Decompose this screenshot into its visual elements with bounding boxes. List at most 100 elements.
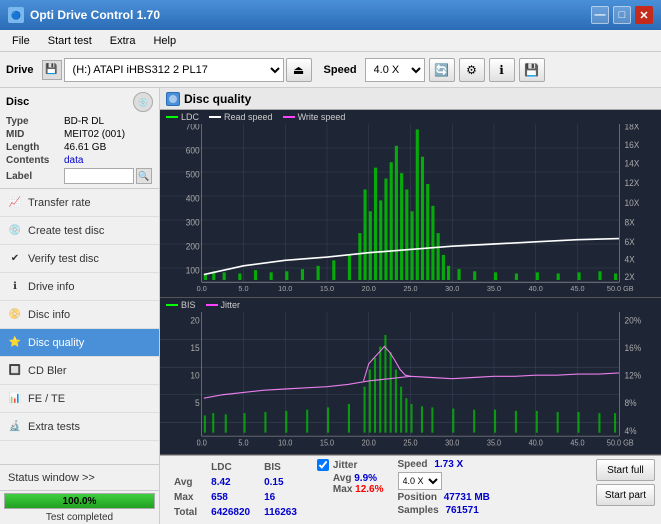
nav-disc-quality[interactable]: ⭐ Disc quality [0, 329, 159, 357]
legend-write-speed: Write speed [283, 112, 346, 122]
svg-text:16X: 16X [624, 140, 639, 150]
max-ldc: 658 [205, 491, 256, 504]
minimize-button[interactable]: — [591, 6, 609, 24]
jitter-avg: 9.9% [354, 473, 377, 484]
svg-text:30.0: 30.0 [445, 438, 459, 447]
top-chart-svg: 700 600 500 400 300 200 100 18X 16X 14X … [160, 124, 661, 293]
toolbar: Drive 💾 (H:) ATAPI iHBS312 2 PL17 ⏏ Spee… [0, 52, 661, 88]
svg-text:12%: 12% [624, 370, 641, 380]
label-icon-button[interactable]: 🔍 [136, 168, 152, 184]
nav-fe-te[interactable]: 📊 FE / TE [0, 385, 159, 413]
status-section: Status window >> 100.0% Test completed [0, 464, 159, 524]
legend-bis: BIS [166, 300, 196, 310]
svg-text:8%: 8% [624, 398, 636, 408]
label-label: Label [6, 171, 64, 182]
disc-quality-icon: ⭐ [8, 336, 22, 350]
menu-start-test[interactable]: Start test [40, 33, 100, 49]
left-panel: Disc 💿 Type BD-R DL MID MEIT02 (001) Len… [0, 88, 160, 524]
nav-verify-test-disc[interactable]: ✔ Verify test disc [0, 245, 159, 273]
save-button[interactable]: 💾 [519, 58, 545, 82]
disc-header-label: Disc [6, 96, 29, 108]
refresh-button[interactable]: 🔄 [429, 58, 455, 82]
contents-label: Contents [6, 155, 64, 166]
progress-text: 100.0% [5, 494, 154, 508]
drive-selector[interactable]: (H:) ATAPI iHBS312 2 PL17 [64, 58, 284, 82]
menu-help[interactable]: Help [145, 33, 184, 49]
menu-file[interactable]: File [4, 33, 38, 49]
svg-text:20: 20 [190, 315, 199, 325]
svg-text:10.0: 10.0 [278, 438, 292, 447]
legend-bis-label: BIS [181, 300, 196, 310]
legend-read-speed: Read speed [209, 112, 273, 122]
svg-text:400: 400 [186, 193, 200, 203]
mid-value: MEIT02 (001) [64, 129, 125, 140]
legend-read-speed-label: Read speed [224, 112, 273, 122]
nav-cd-bler[interactable]: 🔲 CD Bler [0, 357, 159, 385]
nav-extra-tests[interactable]: 🔬 Extra tests [0, 413, 159, 441]
legend-ldc-label: LDC [181, 112, 199, 122]
contents-value[interactable]: data [64, 155, 83, 166]
info-button[interactable]: ℹ [489, 58, 515, 82]
speed-position-section: Speed 1.73 X 4.0 X Position 47731 MB Sam… [398, 459, 490, 516]
nav-create-test-disc[interactable]: 💿 Create test disc [0, 217, 159, 245]
menu-bar: File Start test Extra Help [0, 30, 661, 52]
status-window-label: Status window >> [8, 472, 95, 484]
nav-disc-info[interactable]: 📀 Disc info [0, 301, 159, 329]
label-input[interactable] [64, 168, 134, 184]
nav-disc-info-label: Disc info [28, 309, 70, 321]
speed-selector[interactable]: 4.0 X [365, 58, 425, 82]
position-label: Position [398, 492, 437, 503]
svg-text:8X: 8X [624, 217, 635, 227]
jitter-max: 12.6% [355, 484, 383, 495]
nav-transfer-rate-label: Transfer rate [28, 197, 91, 209]
verify-test-disc-icon: ✔ [8, 252, 22, 266]
menu-extra[interactable]: Extra [102, 33, 144, 49]
total-ldc: 6426820 [205, 506, 256, 519]
speed-stat-label: Speed [398, 459, 428, 470]
start-full-button[interactable]: Start full [596, 459, 655, 481]
close-button[interactable]: ✕ [635, 6, 653, 24]
svg-text:20.0: 20.0 [362, 438, 376, 447]
status-window-button[interactable]: Status window >> [0, 465, 159, 491]
drive-info-icon: ℹ [8, 280, 22, 294]
svg-text:35.0: 35.0 [487, 284, 501, 293]
drive-icon: 💾 [42, 60, 62, 80]
svg-text:50.0 GB: 50.0 GB [607, 284, 634, 293]
nav-drive-info[interactable]: ℹ Drive info [0, 273, 159, 301]
nav-drive-info-label: Drive info [28, 281, 74, 293]
svg-text:15.0: 15.0 [320, 438, 334, 447]
settings-button[interactable]: ⚙ [459, 58, 485, 82]
samples-label: Samples [398, 505, 439, 516]
legend-jitter-label: Jitter [221, 300, 241, 310]
extra-tests-icon: 🔬 [8, 420, 22, 434]
type-value: BD-R DL [64, 116, 104, 127]
disc-icon-button[interactable]: 💿 [133, 92, 153, 112]
speed-selector-stats[interactable]: 4.0 X [398, 472, 442, 490]
nav-verify-test-disc-label: Verify test disc [28, 253, 99, 265]
app-icon: 🔵 [8, 7, 24, 23]
svg-text:20.0: 20.0 [362, 284, 376, 293]
samples-value: 761571 [445, 505, 478, 516]
svg-text:5: 5 [195, 398, 200, 408]
max-bis: 16 [258, 491, 303, 504]
svg-text:5.0: 5.0 [238, 438, 248, 447]
start-part-button[interactable]: Start part [596, 484, 655, 506]
disc-info-icon: 📀 [8, 308, 22, 322]
svg-text:25.0: 25.0 [403, 438, 417, 447]
svg-text:30.0: 30.0 [445, 284, 459, 293]
eject-button[interactable]: ⏏ [286, 58, 312, 82]
chart-header-icon [166, 92, 180, 106]
nav-transfer-rate[interactable]: 📈 Transfer rate [0, 189, 159, 217]
jitter-checkbox[interactable] [317, 459, 329, 471]
legend-jitter: Jitter [206, 300, 241, 310]
length-value: 46.61 GB [64, 142, 106, 153]
speed-label: Speed [324, 64, 357, 76]
svg-text:50.0 GB: 50.0 GB [607, 438, 634, 447]
top-chart: LDC Read speed Write speed [160, 110, 661, 298]
svg-text:10.0: 10.0 [278, 284, 292, 293]
ldc-bis-table: LDC BIS Avg 8.42 0.15 Max 658 16 Total [166, 459, 305, 521]
status-text: Test completed [0, 511, 159, 524]
maximize-button[interactable]: □ [613, 6, 631, 24]
bottom-chart: BIS Jitter [160, 298, 661, 455]
chart-title: Disc quality [184, 92, 251, 106]
